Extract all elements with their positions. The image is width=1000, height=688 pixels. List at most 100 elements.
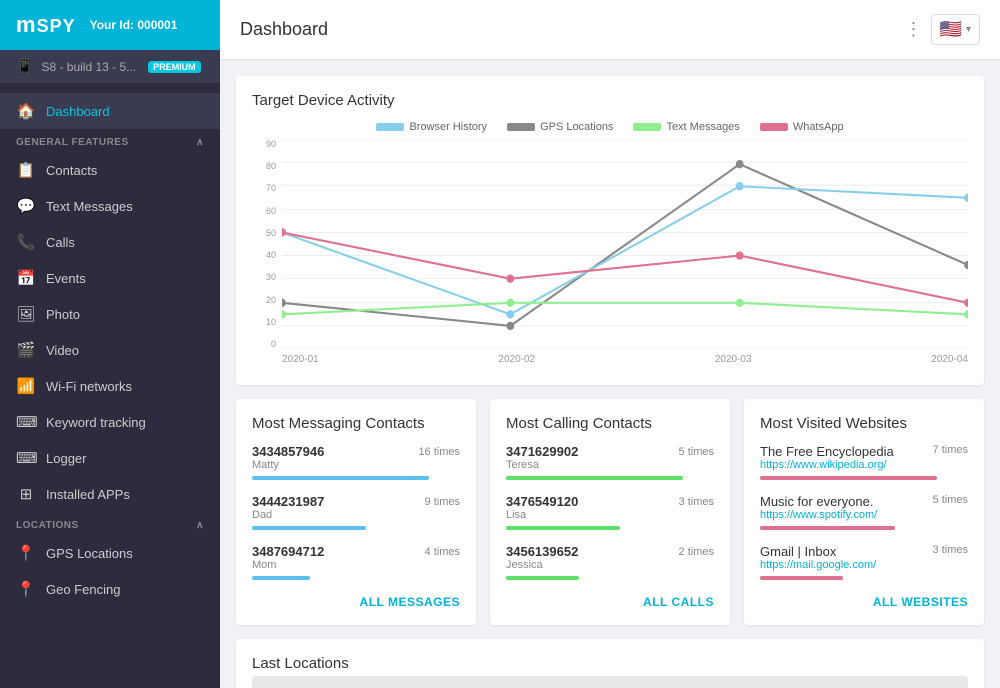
legend-gps: GPS Locations (507, 121, 613, 133)
sidebar-item-geo-fencing[interactable]: 📍 Geo Fencing (0, 571, 220, 607)
sidebar-item-events[interactable]: 📅 Events (0, 260, 220, 296)
topbar-actions: ⋮ 🇺🇸 ▾ (905, 14, 980, 45)
legend-label-whatsapp: WhatsApp (793, 121, 844, 133)
sidebar-item-dashboard[interactable]: 🏠 Dashboard (0, 93, 220, 129)
website-item-3: Gmail | Inbox https://mail.google.com/ 3… (760, 544, 968, 580)
sidebar-item-label: Installed APPs (46, 487, 130, 502)
sidebar-item-keyword-tracking[interactable]: ⌨ Keyword tracking (0, 404, 220, 440)
contact-number: 3434857946 (252, 444, 324, 459)
contact-bar (252, 526, 366, 530)
stats-cards-row: Most Messaging Contacts 3434857946 16 ti… (236, 399, 984, 625)
general-nav-section: 🏠 Dashboard GENERAL FEATURES ∧ 📋 Contact… (0, 83, 220, 617)
sidebar-item-calls[interactable]: 📞 Calls (0, 224, 220, 260)
website-url[interactable]: https://mail.google.com/ (760, 559, 876, 571)
sidebar-item-contacts[interactable]: 📋 Contacts (0, 152, 220, 188)
user-id: Your Id: 000001 (90, 18, 178, 32)
contact-bar (506, 476, 683, 480)
website-url[interactable]: https://www.spotify.com/ (760, 509, 877, 521)
contact-name: Mom (252, 559, 460, 571)
legend-dot-text (633, 123, 661, 131)
website-item-1: The Free Encyclopedia https://www.wikipe… (760, 444, 968, 480)
contact-times: 9 times (425, 496, 460, 508)
sidebar-item-label: Wi-Fi networks (46, 379, 132, 394)
website-title: Music for everyone. (760, 494, 877, 509)
all-calls-link[interactable]: ALL CALLS (643, 595, 714, 609)
whatsapp-line (282, 232, 968, 302)
websites-footer: ALL WEBSITES (760, 594, 968, 609)
calling-contact-3: 3456139652 2 times Jessica (506, 544, 714, 580)
contact-name: Jessica (506, 559, 714, 571)
device-name: S8 - build 13 - 5... (41, 60, 136, 74)
calling-title: Most Calling Contacts (506, 415, 714, 432)
keyboard-icon: ⌨ (16, 413, 36, 431)
contact-number: 3487694712 (252, 544, 324, 559)
app-header: mSPY Your Id: 000001 (0, 0, 220, 50)
sidebar-item-video[interactable]: 🎬 Video (0, 332, 220, 368)
sidebar-item-label: Text Messages (46, 199, 133, 214)
logo: mSPY (16, 12, 76, 38)
all-messages-link[interactable]: ALL MESSAGES (360, 595, 460, 609)
website-title: Gmail | Inbox (760, 544, 876, 559)
chart-title: Target Device Activity (252, 92, 968, 109)
sidebar-item-label: Keyword tracking (46, 415, 146, 430)
messaging-title: Most Messaging Contacts (252, 415, 460, 432)
gps-icon: 📍 (16, 544, 36, 562)
sidebar-item-gps-locations[interactable]: 📍 GPS Locations (0, 535, 220, 571)
x-axis-labels: 2020-01 2020-02 2020-03 2020-04 (282, 349, 968, 369)
sidebar-item-label: Geo Fencing (46, 582, 120, 597)
x-label-1: 2020-01 (282, 354, 319, 365)
website-item-2: Music for everyone. https://www.spotify.… (760, 494, 968, 530)
legend-label-text: Text Messages (666, 121, 739, 133)
activity-chart-card: Target Device Activity Browser History G… (236, 76, 984, 385)
chart-area: 9080706050 403020100 (252, 139, 968, 369)
last-locations-title: Last Locations (252, 655, 968, 672)
legend-label-gps: GPS Locations (540, 121, 613, 133)
content-area: Target Device Activity Browser History G… (220, 60, 1000, 688)
locations-section-label: LOCATIONS ∧ (0, 512, 220, 535)
wifi-icon: 📶 (16, 377, 36, 395)
geo-icon: 📍 (16, 580, 36, 598)
messaging-footer: ALL MESSAGES (252, 594, 460, 609)
sidebar-item-installed-apps[interactable]: ⊞ Installed APPs (0, 476, 220, 512)
y-axis-labels: 9080706050 403020100 (252, 139, 280, 349)
contact-times: 2 times (679, 546, 714, 558)
sidebar-item-label: Calls (46, 235, 75, 250)
sidebar-item-text-messages[interactable]: 💬 Text Messages (0, 188, 220, 224)
website-times: 3 times (933, 544, 968, 571)
sidebar-item-label: Events (46, 271, 86, 286)
calling-footer: ALL CALLS (506, 594, 714, 609)
x-label-4: 2020-04 (931, 354, 968, 365)
sidebar-item-photo[interactable]: 🖼 Photo (0, 296, 220, 332)
websites-card: Most Visited Websites The Free Encyclope… (744, 399, 984, 625)
sidebar-item-wifi[interactable]: 📶 Wi-Fi networks (0, 368, 220, 404)
photo-icon: 🖼 (16, 305, 36, 323)
events-icon: 📅 (16, 269, 36, 287)
x-label-2: 2020-02 (498, 354, 535, 365)
messaging-contact-1: 3434857946 16 times Matty (252, 444, 460, 480)
contact-number: 3444231987 (252, 494, 324, 509)
language-selector[interactable]: 🇺🇸 ▾ (931, 14, 980, 45)
website-url[interactable]: https://www.wikipedia.org/ (760, 459, 894, 471)
sidebar-item-label: Dashboard (46, 104, 110, 119)
more-icon[interactable]: ⋮ (905, 19, 923, 40)
legend-text-messages: Text Messages (633, 121, 739, 133)
sidebar-item-logger[interactable]: ⌨ Logger (0, 440, 220, 476)
sidebar-item-label: Photo (46, 307, 80, 322)
contacts-icon: 📋 (16, 161, 36, 179)
sidebar-item-label: Contacts (46, 163, 97, 178)
topbar: Dashboard ⋮ 🇺🇸 ▾ (220, 0, 1000, 60)
x-label-3: 2020-03 (715, 354, 752, 365)
contact-bar (506, 576, 579, 580)
website-bar (760, 576, 843, 580)
device-bar: 📱 S8 - build 13 - 5... PREMIUM (0, 50, 220, 83)
sidebar-item-label: GPS Locations (46, 546, 133, 561)
contact-number: 3476549120 (506, 494, 578, 509)
all-websites-link[interactable]: ALL WEBSITES (873, 595, 968, 609)
messages-icon: 💬 (16, 197, 36, 215)
gps-line (282, 164, 968, 326)
contact-times: 5 times (679, 446, 714, 458)
website-times: 7 times (933, 444, 968, 471)
page-title: Dashboard (240, 19, 328, 40)
premium-badge: PREMIUM (148, 61, 201, 73)
contact-times: 3 times (679, 496, 714, 508)
